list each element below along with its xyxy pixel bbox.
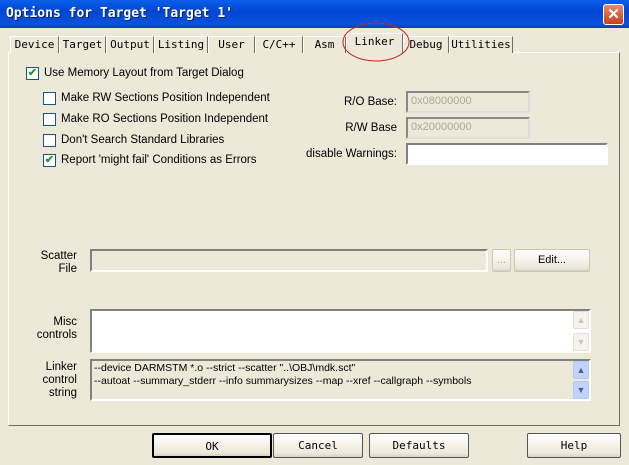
misc-label-1: Misc — [53, 316, 77, 328]
cancel-button[interactable]: Cancel — [273, 433, 363, 458]
tab-output[interactable]: Output — [106, 36, 154, 53]
use-memory-layout-label: Use Memory Layout from Target Dialog — [44, 67, 244, 79]
tab-listing[interactable]: Listing — [154, 36, 208, 53]
rw-base-input[interactable]: 0x20000000 — [406, 117, 530, 139]
linker-label-1: Linker — [45, 361, 77, 373]
defaults-button[interactable]: Defaults — [369, 433, 469, 458]
misc-label-2: controls — [36, 329, 77, 341]
help-button[interactable]: Help — [527, 433, 621, 458]
tab-cc[interactable]: C/C++ — [255, 36, 303, 53]
scatter-label-2: File — [58, 263, 77, 275]
scatter-label-1: Scatter — [40, 250, 77, 262]
misc-scroll-up-icon[interactable]: ▲ — [573, 311, 589, 329]
might-fail-checkbox[interactable]: ✔ — [43, 154, 56, 167]
linker-scroll-up-icon[interactable]: ▲ — [573, 361, 589, 379]
no-std-libs-label: Don't Search Standard Libraries — [61, 134, 225, 146]
ro-pi-label: Make RO Sections Position Independent — [61, 113, 269, 125]
linker-line-1: --device DARMSTM *.o --strict --scatter … — [94, 362, 356, 374]
scatter-edit-button[interactable]: Edit... — [514, 249, 590, 272]
rw-pi-label: Make RW Sections Position Independent — [61, 92, 270, 104]
linker-line-2: --autoat --summary_stderr --info summary… — [94, 375, 472, 387]
no-std-libs-checkbox[interactable] — [43, 134, 56, 147]
window-title: Options for Target 'Target 1' — [6, 6, 233, 21]
ok-button[interactable]: OK — [152, 433, 272, 458]
disable-warnings-input[interactable] — [406, 143, 608, 165]
ro-pi-checkbox[interactable] — [43, 113, 56, 126]
linker-control-string: --device DARMSTM *.o --strict --scatter … — [90, 359, 591, 401]
might-fail-label: Report 'might fail' Conditions as Errors — [61, 154, 257, 166]
tab-utilities[interactable]: Utilities — [449, 36, 513, 53]
linker-scroll-down-icon[interactable]: ▼ — [573, 381, 589, 399]
ro-base-label: R/O Base: — [343, 96, 397, 108]
misc-scroll-down-icon[interactable]: ▼ — [573, 333, 589, 351]
rw-base-label: R/W Base — [345, 122, 397, 134]
scatter-file-input[interactable] — [90, 249, 488, 272]
linker-label-2: control — [42, 374, 77, 386]
red-annotation-ellipse — [342, 22, 410, 62]
linker-label-3: string — [48, 387, 77, 399]
tab-device[interactable]: Device — [10, 36, 59, 53]
use-memory-layout-checkbox[interactable]: ✔ — [26, 67, 39, 80]
close-button[interactable]: ✕ — [603, 4, 624, 25]
rw-pi-checkbox[interactable] — [43, 92, 56, 105]
tab-target[interactable]: Target — [59, 36, 106, 53]
scatter-browse-button[interactable]: ... — [492, 249, 511, 272]
tab-user[interactable]: User — [208, 36, 255, 53]
misc-controls-input[interactable] — [90, 309, 591, 353]
ro-base-input[interactable]: 0x08000000 — [406, 91, 530, 113]
disable-warnings-label: disable Warnings: — [306, 148, 397, 160]
